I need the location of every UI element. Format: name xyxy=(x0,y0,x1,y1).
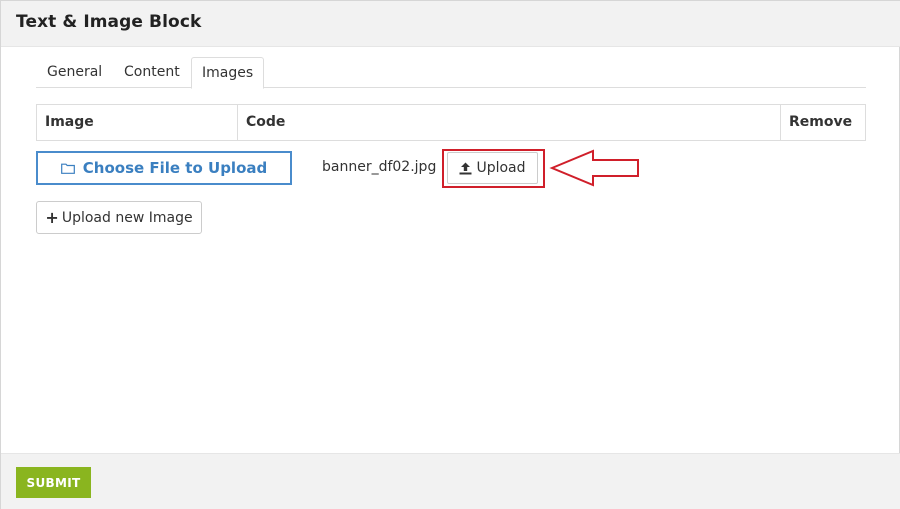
choose-file-button[interactable]: Choose File to Upload xyxy=(36,151,292,185)
upload-button[interactable]: Upload xyxy=(447,152,538,184)
plus-icon: + xyxy=(45,207,59,227)
folder-icon xyxy=(60,163,75,174)
choose-file-label: Choose File to Upload xyxy=(82,159,268,177)
page-title: Text & Image Block xyxy=(16,12,202,32)
tab-content[interactable]: Content xyxy=(114,57,190,88)
file-name: banner_df02.jpg xyxy=(322,159,437,175)
upload-label: Upload xyxy=(476,160,526,176)
upload-new-image-button[interactable]: + Upload new Image xyxy=(36,201,202,234)
column-header-code: Code xyxy=(238,105,781,140)
panel-footer: SUBMIT xyxy=(1,453,900,509)
panel: Text & Image Block General Content Image… xyxy=(0,0,900,509)
arrow-left-icon xyxy=(549,149,641,187)
tab-bar: General Content Images xyxy=(36,57,866,89)
upload-icon xyxy=(459,162,472,175)
submit-button[interactable]: SUBMIT xyxy=(16,467,91,498)
panel-header: Text & Image Block xyxy=(1,1,900,47)
column-header-remove: Remove xyxy=(789,114,853,130)
column-header-image: Image xyxy=(37,105,238,140)
upload-new-image-label: Upload new Image xyxy=(61,209,193,226)
images-table-header: Image Code Remove xyxy=(36,104,866,141)
tab-general[interactable]: General xyxy=(37,57,112,88)
tab-images[interactable]: Images xyxy=(191,57,265,89)
